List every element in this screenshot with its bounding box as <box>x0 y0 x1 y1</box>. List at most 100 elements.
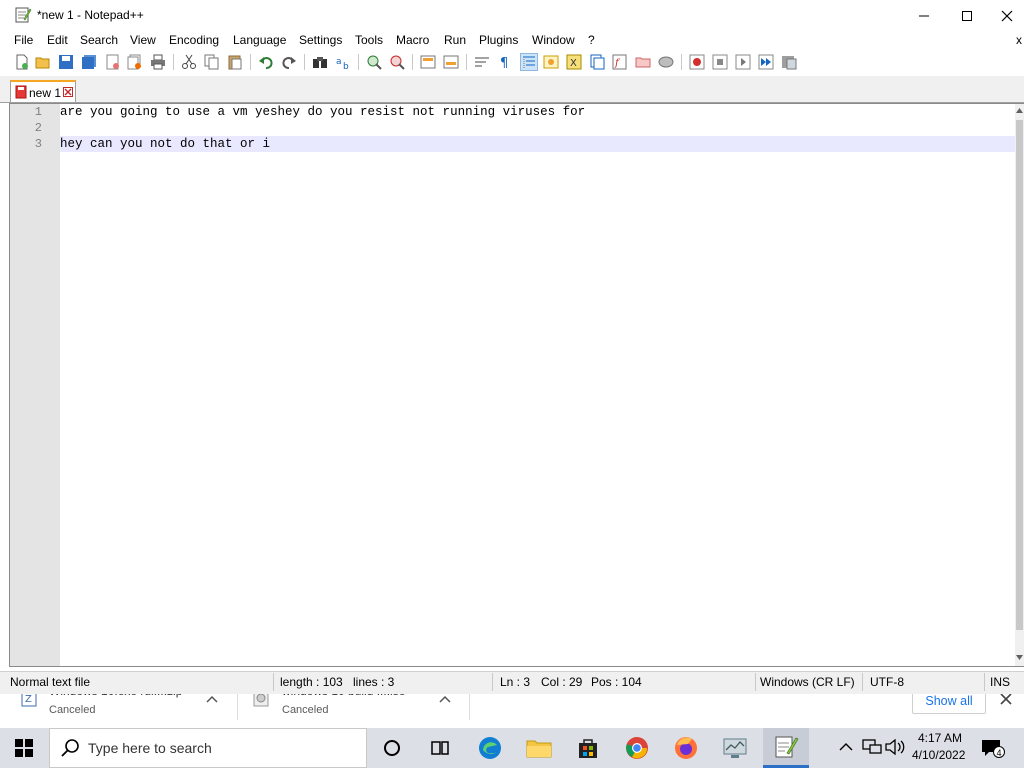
editor-line[interactable]: are you going to use a vm yeshey do you … <box>60 105 585 119</box>
sync-vertical-button[interactable] <box>419 53 437 71</box>
word-wrap-icon <box>475 57 489 67</box>
menu-language[interactable]: Language <box>233 33 286 47</box>
menu-edit[interactable]: Edit <box>47 33 68 47</box>
close-file-button[interactable] <box>104 53 122 71</box>
start-button[interactable] <box>0 728 48 768</box>
sync-horizontal-button[interactable] <box>442 53 460 71</box>
chevron-up-icon[interactable] <box>206 695 218 703</box>
menu-search[interactable]: Search <box>80 33 118 47</box>
menu-close-document[interactable]: x <box>1016 33 1022 47</box>
close-tab-icon[interactable] <box>63 87 73 97</box>
network-icon[interactable] <box>862 738 882 756</box>
chrome-taskbar-button[interactable] <box>622 733 652 763</box>
close-download-bar-icon[interactable] <box>1000 693 1012 705</box>
maximize-icon <box>962 11 972 21</box>
tab-new-1[interactable]: new 1 <box>10 80 76 102</box>
show-all-characters-button[interactable]: ¶ <box>496 53 514 71</box>
cut-button[interactable] <box>180 53 198 71</box>
search-icon <box>61 739 79 757</box>
status-lines: lines : 3 <box>353 675 395 689</box>
scroll-up-arrow-icon[interactable] <box>1016 108 1023 113</box>
task-view-icon <box>431 741 449 755</box>
macro-stop-button[interactable] <box>711 53 729 71</box>
copy-button[interactable] <box>203 53 221 71</box>
close-all-button[interactable] <box>126 53 144 71</box>
download-status: Canceled <box>282 704 329 716</box>
resource-monitor-taskbar-button[interactable] <box>720 733 750 763</box>
save-button[interactable] <box>57 53 75 71</box>
macro-run-multiple-button[interactable] <box>757 53 775 71</box>
find-button[interactable] <box>311 53 329 71</box>
menu-tools[interactable]: Tools <box>355 33 383 47</box>
minimize-button[interactable] <box>901 0 947 32</box>
menu-help[interactable]: ? <box>588 33 595 47</box>
cortana-button[interactable] <box>377 733 407 763</box>
macro-play-button[interactable] <box>734 53 752 71</box>
vertical-scrollbar[interactable] <box>1015 104 1024 666</box>
fast-forward-icon <box>758 54 774 70</box>
document-list-button[interactable] <box>588 53 606 71</box>
monitoring-button[interactable] <box>657 53 675 71</box>
chrome-browser-icon <box>626 737 648 759</box>
menu-settings[interactable]: Settings <box>299 33 342 47</box>
word-wrap-button[interactable] <box>473 53 491 71</box>
menu-window[interactable]: Window <box>532 33 575 47</box>
record-icon <box>689 54 705 70</box>
clock-date[interactable]: 4/10/2022 <box>912 748 965 762</box>
user-language-button[interactable] <box>542 53 560 71</box>
menu-view[interactable]: View <box>130 33 156 47</box>
close-all-icon <box>127 54 141 70</box>
firefox-taskbar-button[interactable] <box>671 733 701 763</box>
open-file-button[interactable] <box>34 53 52 71</box>
indent-guide-button[interactable] <box>520 53 538 71</box>
editor-area[interactable] <box>9 103 1024 667</box>
search-placeholder: Type here to search <box>88 740 212 756</box>
status-encoding[interactable]: UTF-8 <box>870 675 904 689</box>
notification-center-button[interactable]: 4 <box>981 737 1005 759</box>
show-hidden-icons-chevron-icon[interactable] <box>839 742 853 752</box>
svg-text:X: X <box>570 58 577 69</box>
file-explorer-taskbar-button[interactable] <box>524 733 554 763</box>
notification-count-badge: 4 <box>993 746 1005 758</box>
status-eol[interactable]: Windows (CR LF) <box>760 675 855 689</box>
new-file-button[interactable] <box>13 53 31 71</box>
function-list-button[interactable]: f <box>611 53 629 71</box>
volume-icon[interactable] <box>885 739 905 755</box>
notepadpp-taskbar-button-active[interactable] <box>763 728 809 768</box>
redo-button[interactable] <box>280 53 298 71</box>
macro-record-button[interactable] <box>688 53 706 71</box>
menu-macro[interactable]: Macro <box>396 33 429 47</box>
editor-line[interactable]: hey can you not do that or i <box>60 137 270 151</box>
zoom-in-button[interactable] <box>365 53 383 71</box>
chevron-up-icon[interactable] <box>439 695 451 703</box>
folder-as-workspace-button[interactable] <box>634 53 652 71</box>
sync-horizontal-icon <box>443 55 459 69</box>
pilcrow-icon: ¶ <box>500 56 508 70</box>
undo-button[interactable] <box>257 53 275 71</box>
cut-icon <box>182 54 196 69</box>
folder-icon <box>526 740 552 758</box>
menu-plugins[interactable]: Plugins <box>479 33 518 47</box>
scrollbar-thumb[interactable] <box>1016 120 1023 630</box>
store-taskbar-button[interactable] <box>573 733 603 763</box>
task-view-button[interactable] <box>425 733 455 763</box>
menu-encoding[interactable]: Encoding <box>169 33 219 47</box>
save-all-button[interactable] <box>80 53 98 71</box>
status-length: length : 103 <box>280 675 343 689</box>
macro-save-button[interactable] <box>780 53 798 71</box>
play-icon <box>735 54 751 70</box>
menu-run[interactable]: Run <box>444 33 466 47</box>
maximize-button[interactable] <box>944 0 990 32</box>
clock-time[interactable]: 4:17 AM <box>918 731 962 745</box>
menu-file[interactable]: File <box>14 33 33 47</box>
print-button[interactable] <box>149 53 167 71</box>
zoom-out-button[interactable] <box>388 53 406 71</box>
paste-button[interactable] <box>226 53 244 71</box>
scroll-down-arrow-icon[interactable] <box>1016 655 1023 660</box>
status-insert-mode[interactable]: INS <box>990 675 1010 689</box>
folder-workspace-icon <box>635 57 651 68</box>
close-button[interactable] <box>989 0 1024 32</box>
edge-taskbar-button[interactable] <box>475 733 505 763</box>
document-map-button[interactable]: X <box>565 53 583 71</box>
replace-button[interactable]: ab <box>334 53 352 71</box>
